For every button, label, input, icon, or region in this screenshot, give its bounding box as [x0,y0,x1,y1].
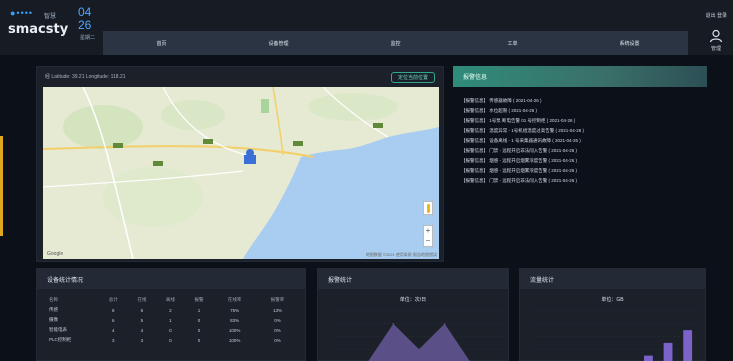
logo: ●•••• 智慧 smacsty 04 26 星期二 [6,5,100,50]
map-view[interactable]: + − Google 地图数据 ©2021 使用条款 报告地图错误 [43,87,439,259]
table-cell: 83% [230,317,240,323]
traffic-chart-panel: 流量统计 单位：GB [519,268,706,361]
alert-item[interactable]: 【报警信息】 烟感 - 远程开启烟雾浓度告警 ( 2021-04-26 ) [461,156,707,166]
logo-word: smacsty [8,22,69,37]
table-cell: 0 [169,327,172,333]
google-logo: Google [47,251,64,257]
nav-item-monitor[interactable]: 监控 [337,31,454,55]
table-row[interactable]: 摄像 6 5 1 0 83% 0% [45,315,299,325]
alarm-chart-panel: 报警统计 单位：次/日 [317,268,509,361]
table-cell: 0 [197,317,201,323]
alert-item[interactable]: 【报警信息】 传感器故障 ( 2021-04-26 ) [461,96,707,106]
alert-item[interactable]: 【报警信息】 烟感 - 远程开启烟雾浓度告警 ( 2021-04-26 ) [461,166,707,176]
top-header: ●•••• 智慧 smacsty 04 26 星期二 首页 设备管理 监控 工单… [0,0,733,55]
traffic-chart-title: 流量统计 [520,269,705,289]
table-cell: 2 [169,307,172,313]
traffic-bar [683,330,693,361]
logout-link[interactable]: 退出 登录 [706,12,727,19]
map-attribution[interactable]: 地图数据 ©2021 使用条款 报告地图错误 [366,252,437,258]
locate-button[interactable]: 定位当前位置 [391,72,435,83]
table-cell: 100% [228,337,241,343]
alert-item[interactable]: 【报警信息】 水位超限 ( 2021-04-26 ) [461,106,707,116]
table-cell: 8 [112,307,115,313]
user-label: 管理 [710,46,721,52]
map-coordinates: 经 Latitude: 39.21 Longitude: 118.21 [45,74,126,80]
logo-subtitle: 智慧 [44,14,57,20]
table-cell: 摄像 [49,317,58,322]
date-month: 26 [78,18,92,32]
table-header-cell: 离线 [165,297,175,302]
logo-dots-icon: ●•••• [10,8,34,18]
table-header-row: 名称 总计 在线 离线 报警 在线率 报警率 [45,295,299,305]
table-header-cell: 在线率 [227,297,242,302]
table-cell: 13% [273,307,283,313]
zoom-control[interactable]: + − [423,225,433,247]
alert-item[interactable]: 【报警信息】 门禁 - 远程开启非法闯入告警 ( 2021-04-26 ) [461,176,707,186]
alarm-data-point [443,322,446,325]
nav-item-settings[interactable]: 系统设置 [571,31,688,55]
pegman-icon[interactable] [423,201,433,215]
table-row[interactable]: PLC控制柜 3 3 0 0 100% 0% [45,335,299,345]
traffic-chart [538,310,699,361]
table-header-cell: 总计 [108,297,118,302]
table-cell: 3 [140,337,144,343]
alarm-data-point [392,322,395,325]
alarm-chart-title: 报警统计 [318,269,508,289]
table-cell: 0% [274,327,281,333]
alert-list: 【报警信息】 传感器故障 ( 2021-04-26 ) 【报警信息】 水位超限 (… [461,96,707,186]
table-header-cell: 报警 [194,297,204,302]
table-header-cell: 在线 [137,297,147,302]
table-row[interactable]: 智能电表 4 4 0 0 100% 0% [45,325,299,335]
table-cell: 3 [112,337,115,343]
table-cell: 0% [274,337,281,343]
alert-item[interactable]: 【报警信息】 门禁 - 远程开启非法闯入告警 ( 2021-04-26 ) [461,146,707,156]
main-nav: 首页 设备管理 监控 工单 系统设置 [103,31,688,55]
table-cell: 智能电表 [49,327,67,332]
alert-item[interactable]: 【报警信息】 1号泵 断电告警 01 号控制柜 ( 2021-04-26 ) [461,116,707,126]
table-cell: 1 [197,307,201,313]
table-cell: 6 [112,317,115,323]
zoom-in-button[interactable]: + [424,226,432,236]
table-cell: 1 [169,317,172,323]
alert-panel: 报警信息 【报警信息】 传感器故障 ( 2021-04-26 ) 【报警信息】 水… [453,66,715,262]
alert-item[interactable]: 【报警信息】 温度异常 - 1号机组温度过高告警 ( 2021-04-26 ) [461,126,707,136]
nav-item-home[interactable]: 首页 [103,31,220,55]
table-cell: PLC控制柜 [49,337,72,342]
map-canvas [43,87,439,259]
alert-item[interactable]: 【报警信息】 设备离线 - 1 号采集器通讯故障 ( 2021-04-26 ) [461,136,707,146]
traffic-bar [644,355,653,361]
user-icon[interactable] [709,29,723,43]
table-row[interactable]: 传感 8 6 2 1 75% 13% [45,305,299,315]
table-cell: 5 [140,317,144,323]
table-cell: 传感 [49,307,58,312]
table-cell: 4 [112,327,115,333]
table-cell: 6 [140,307,144,313]
device-stats-table: 名称 总计 在线 离线 报警 在线率 报警率 传感 8 6 2 1 75% 13% 摄像 6 5 1 0 83% 0%… [45,295,299,345]
zoom-out-button[interactable]: − [424,236,432,246]
table-cell: 0% [274,317,281,323]
nav-item-orders[interactable]: 工单 [454,31,571,55]
traffic-bar [663,342,673,361]
alert-panel-title: 报警信息 [453,66,707,87]
table-cell: 0 [169,337,172,343]
table-cell: 0 [197,337,201,343]
device-stats-title: 设备统计情况 [37,269,305,289]
device-stats-panel: 设备统计情况 名称 总计 在线 离线 报警 在线率 报警率 传感 8 6 2 1 75% 13% 摄像 6 5… [36,268,306,361]
table-cell: 4 [140,327,144,333]
alarm-data-point [418,348,420,351]
table-header-cell: 名称 [49,297,58,302]
date-day: 04 [78,5,92,19]
map-panel: 经 Latitude: 39.21 Longitude: 118.21 定位当前… [36,66,444,262]
left-edge-accent [0,136,3,236]
alarm-area-series [368,323,470,361]
table-cell: 75% [230,307,240,313]
table-cell: 100% [228,327,241,333]
weekday: 星期二 [80,35,96,41]
table-cell: 0 [197,327,201,333]
table-header-cell: 报警率 [270,297,285,302]
nav-item-devices[interactable]: 设备管理 [220,31,337,55]
alarm-chart [336,310,502,361]
